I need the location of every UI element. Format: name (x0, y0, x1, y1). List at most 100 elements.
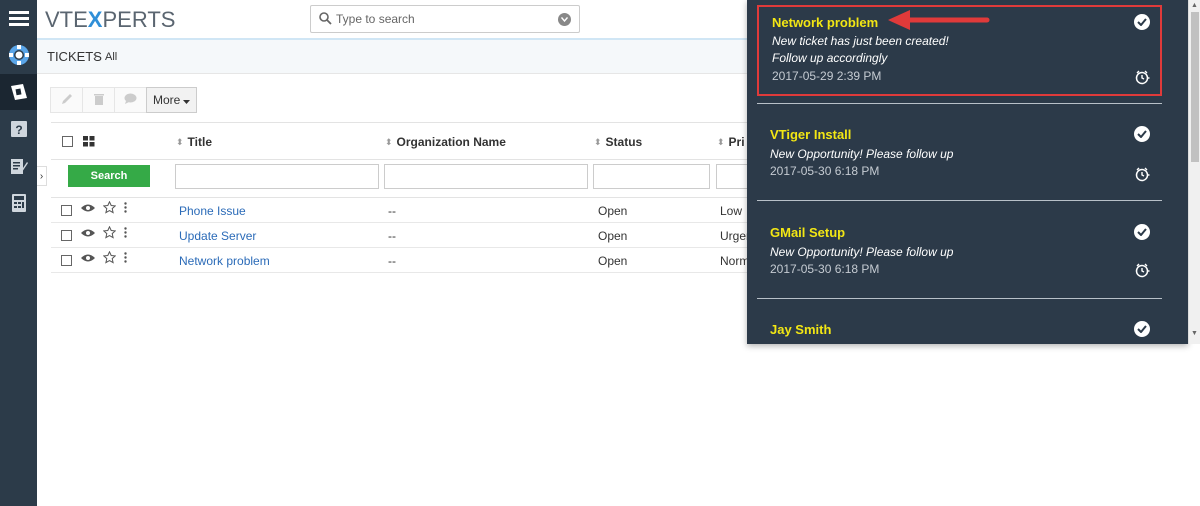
header-status[interactable]: ⬍ Status (594, 135, 642, 149)
notification-item[interactable]: VTiger Install New Opportunity! Please f… (757, 116, 1162, 196)
notification-message: New ticket has just been created! (772, 34, 949, 48)
more-actions-icon[interactable] (124, 227, 127, 241)
header-organization-label: Organization Name (396, 135, 506, 149)
svg-text:?: ? (15, 123, 22, 137)
mark-read-check-icon[interactable] (1134, 126, 1150, 142)
notification-title[interactable]: GMail Setup (770, 225, 845, 240)
notification-time: 2017-05-30 6:18 PM (770, 164, 880, 178)
comment-icon (124, 93, 137, 107)
notification-title[interactable]: Network problem (772, 15, 878, 30)
row-organization: -- (388, 229, 396, 243)
left-sidebar: ? (0, 0, 37, 506)
annotation-arrow-icon (888, 9, 990, 34)
scroll-down-icon[interactable]: ▼ (1191, 330, 1198, 337)
snooze-alarm-icon[interactable] (1134, 166, 1150, 182)
more-actions-icon[interactable] (124, 252, 127, 266)
divider (757, 103, 1162, 104)
row-checkbox[interactable] (61, 230, 72, 241)
header-priority[interactable]: ⬍ Pri (717, 135, 745, 149)
snooze-alarm-icon[interactable] (1134, 262, 1150, 278)
header-title-label: Title (187, 135, 212, 149)
status-filter-input[interactable] (593, 164, 710, 189)
breadcrumb-view[interactable]: All (105, 51, 117, 63)
star-icon[interactable] (102, 225, 117, 242)
support-lifebuoy-icon[interactable] (0, 37, 37, 73)
notification-message-line2: Follow up accordingly (772, 51, 888, 65)
scroll-up-icon[interactable]: ▲ (1191, 2, 1198, 9)
caret-down-icon (183, 93, 191, 107)
scroll-thumb[interactable] (1191, 12, 1199, 162)
snooze-alarm-icon[interactable] (1134, 69, 1150, 85)
mark-read-check-icon[interactable] (1134, 224, 1150, 240)
mark-read-check-icon[interactable] (1134, 321, 1150, 337)
comment-button[interactable] (114, 87, 146, 113)
row-checkbox[interactable] (61, 255, 72, 266)
search-icon (319, 12, 332, 28)
edit-document-icon[interactable] (0, 148, 37, 184)
star-icon[interactable] (102, 200, 117, 217)
header-status-label: Status (605, 135, 643, 149)
notification-title[interactable]: VTiger Install (770, 127, 851, 142)
notification-panel: Network problem New ticket has just been… (747, 0, 1188, 344)
table-header-row: ⬍ Title ⬍ Organization Name ⬍ Status ⬍ Pri (51, 122, 751, 160)
trash-icon (93, 93, 104, 108)
vtexperts-logo: VTEXPERTS (45, 7, 176, 32)
column-layout-icon[interactable] (83, 136, 95, 150)
row-organization: -- (388, 254, 396, 268)
notification-scrollbar[interactable]: ▲ ▼ (1188, 0, 1200, 344)
table-row[interactable]: Phone Issue -- Open Low (51, 198, 751, 223)
search-input[interactable] (336, 10, 551, 28)
row-title-link[interactable]: Network problem (179, 254, 270, 268)
star-icon[interactable] (102, 250, 117, 267)
divider (757, 200, 1162, 201)
row-title-link[interactable]: Phone Issue (179, 204, 246, 218)
sort-icon: ⬍ (385, 136, 393, 147)
header-title[interactable]: ⬍ Title (176, 135, 212, 149)
row-checkbox[interactable] (61, 205, 72, 216)
divider (757, 298, 1162, 299)
sidebar-expand-chevron-icon[interactable]: › (37, 166, 47, 186)
header-priority-label: Pri (728, 135, 745, 149)
tickets-icon[interactable] (0, 74, 37, 110)
row-status: Open (598, 229, 628, 243)
eye-icon[interactable] (81, 202, 95, 216)
menu-icon[interactable] (0, 0, 37, 36)
table-row[interactable]: Update Server -- Open Urger (51, 223, 751, 248)
eye-icon[interactable] (81, 227, 95, 241)
eye-icon[interactable] (81, 252, 95, 266)
notification-item[interactable]: Jay Smith (757, 311, 1162, 344)
mark-read-check-icon[interactable] (1134, 14, 1150, 30)
notification-time: 2017-05-29 2:39 PM (772, 69, 882, 83)
title-filter-input[interactable] (175, 164, 379, 189)
filter-row: Search (51, 160, 756, 198)
organization-filter-input[interactable] (384, 164, 588, 189)
chevron-down-icon[interactable] (558, 13, 571, 26)
row-status: Open (598, 204, 628, 218)
more-dropdown-button[interactable]: More (146, 87, 198, 113)
row-status: Open (598, 254, 628, 268)
sort-icon: ⬍ (594, 136, 602, 147)
delete-button[interactable] (82, 87, 114, 113)
pencil-icon (61, 93, 73, 108)
row-title-link[interactable]: Update Server (179, 229, 256, 243)
notification-item[interactable]: GMail Setup New Opportunity! Please foll… (757, 214, 1162, 294)
calculator-icon[interactable] (0, 185, 37, 221)
faq-icon[interactable]: ? (0, 111, 37, 147)
global-search[interactable] (310, 5, 580, 33)
breadcrumb-separator-icon: › (93, 49, 97, 63)
row-priority: Urger (720, 229, 751, 243)
table-row[interactable]: Network problem -- Open Norm (51, 248, 751, 273)
edit-button[interactable] (50, 87, 82, 113)
list-toolbar: More (50, 87, 198, 113)
notification-message: New Opportunity! Please follow up (770, 147, 954, 161)
row-priority: Norm (720, 254, 750, 268)
notification-time: 2017-05-30 6:18 PM (770, 262, 880, 276)
header-organization[interactable]: ⬍ Organization Name (385, 135, 506, 149)
select-all-checkbox[interactable] (62, 136, 73, 147)
more-actions-icon[interactable] (124, 202, 127, 216)
sort-icon: ⬍ (717, 136, 725, 147)
search-button[interactable]: Search (68, 165, 150, 187)
row-organization: -- (388, 204, 396, 218)
more-label: More (153, 93, 181, 107)
notification-title[interactable]: Jay Smith (770, 322, 831, 337)
